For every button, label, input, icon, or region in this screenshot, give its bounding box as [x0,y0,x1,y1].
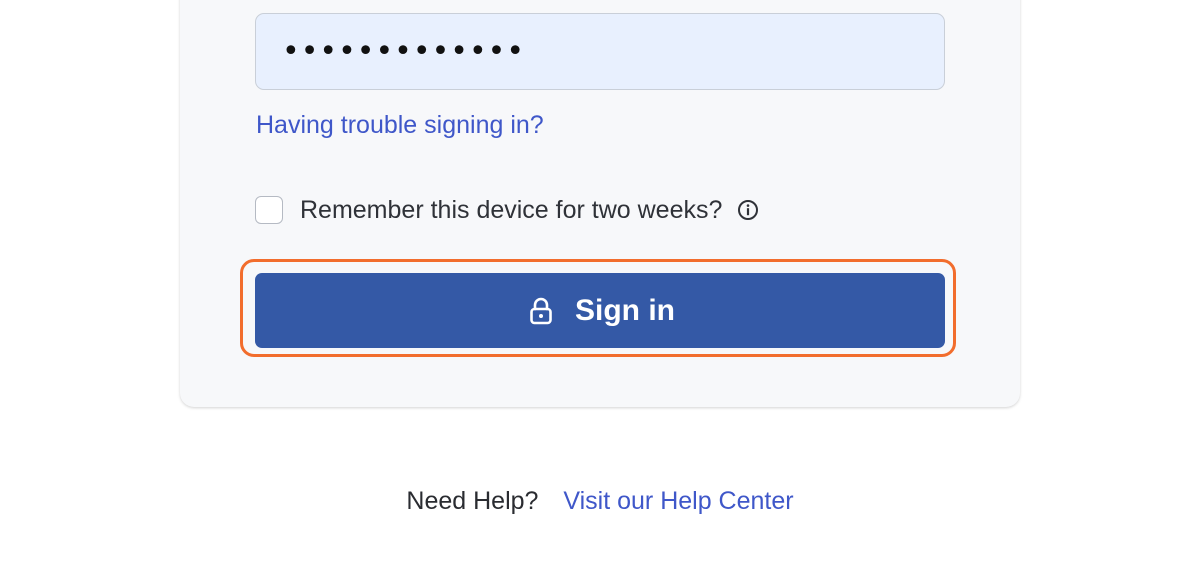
help-center-link[interactable]: Visit our Help Center [563,487,793,515]
sign-in-label: Sign in [575,293,675,327]
remember-device-row: Remember this device for two weeks? [255,194,760,226]
password-value: ••••••••••••• [282,34,526,69]
trouble-signing-in-link[interactable]: Having trouble signing in? [256,110,544,140]
sign-in-button[interactable]: Sign in [255,273,945,348]
lock-icon [525,295,557,327]
help-row: Need Help? Visit our Help Center [0,486,1200,516]
password-field[interactable]: ••••••••••••• [255,13,945,90]
login-page: ••••••••••••• Having trouble signing in?… [0,0,1200,586]
info-circle-icon[interactable] [736,198,760,222]
need-help-text: Need Help? [406,487,539,515]
remember-device-checkbox[interactable] [255,196,283,224]
remember-device-label: Remember this device for two weeks? [300,196,723,224]
